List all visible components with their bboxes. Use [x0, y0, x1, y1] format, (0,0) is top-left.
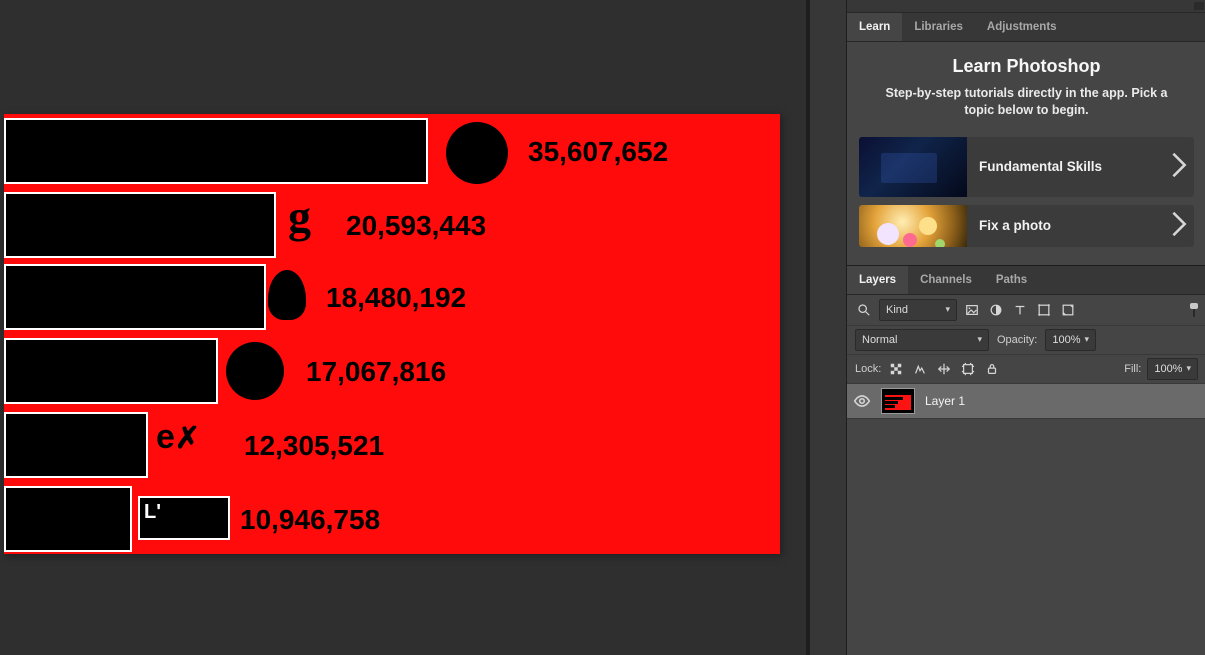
lock-all-icon[interactable]	[983, 360, 1001, 378]
learn-panel: Learn Photoshop Step-by-step tutorials d…	[847, 42, 1205, 265]
chart-bar	[4, 486, 132, 552]
chart-value: 12,305,521	[244, 430, 384, 462]
blend-mode-select[interactable]: Normal ▾	[855, 329, 989, 351]
card-title: Fix a photo	[967, 218, 1164, 233]
filter-pixel-icon[interactable]	[963, 301, 981, 319]
layer-name: Layer 1	[925, 394, 965, 408]
search-icon	[855, 301, 873, 319]
layer-item[interactable]: Layer 1	[847, 384, 1205, 419]
tab-adjustments[interactable]: Adjustments	[975, 13, 1069, 41]
chart-bar	[4, 264, 266, 330]
layer-thumbnail	[881, 388, 915, 414]
lock-artboard-icon[interactable]	[959, 360, 977, 378]
layer-blend-row: Normal ▾ Opacity: 100% ▾	[847, 326, 1205, 355]
blend-mode-value: Normal	[862, 334, 897, 346]
layer-filter-kind-select[interactable]: Kind ▾	[879, 299, 957, 321]
row-icon-black-box: L'	[138, 496, 230, 540]
visibility-eye-icon[interactable]	[853, 392, 871, 410]
panel-grip[interactable]	[847, 0, 1205, 13]
tab-channels[interactable]: Channels	[908, 266, 984, 294]
card-thumbnail	[859, 137, 967, 197]
opacity-value: 100%	[1052, 334, 1080, 346]
tab-layers[interactable]: Layers	[847, 266, 908, 294]
learn-title: Learn Photoshop	[857, 56, 1196, 77]
chart-bar	[4, 192, 276, 258]
chevron-down-icon: ▾	[1085, 334, 1090, 345]
chart-bar	[4, 412, 148, 478]
chart-value: 20,593,443	[346, 210, 486, 242]
card-title: Fundamental Skills	[967, 159, 1164, 174]
chart-value: 35,607,652	[528, 136, 668, 168]
learn-card-fix-a-photo[interactable]: Fix a photo	[859, 205, 1194, 247]
lock-label: Lock:	[855, 363, 881, 375]
chart-value: 10,946,758	[240, 504, 380, 536]
learn-subtitle: Step-by-step tutorials directly in the a…	[857, 85, 1196, 119]
opacity-label: Opacity:	[997, 334, 1037, 346]
chevron-down-icon: ▾	[945, 304, 950, 315]
fill-field[interactable]: 100% ▾	[1147, 358, 1198, 380]
chart-value: 17,067,816	[306, 356, 446, 388]
tab-paths[interactable]: Paths	[984, 266, 1039, 294]
tab-libraries[interactable]: Libraries	[902, 13, 975, 41]
kind-label: Kind	[886, 304, 908, 316]
layer-lock-row: Lock: Fill: 100%	[847, 355, 1205, 384]
document-canvas[interactable]: 35,607,652 g 20,593,443 18,480,192 17,06…	[0, 0, 810, 655]
lock-position-icon[interactable]	[935, 360, 953, 378]
opacity-field[interactable]: 100% ▾	[1045, 329, 1096, 351]
row-icon-ex: e✗	[156, 420, 200, 454]
card-thumbnail	[859, 205, 967, 247]
fill-value: 100%	[1154, 363, 1182, 375]
row-icon-silhouette	[268, 270, 306, 320]
chart-bar	[4, 118, 428, 184]
row-icon-g: g	[288, 194, 311, 240]
lock-image-icon[interactable]	[911, 360, 929, 378]
row-icon-circle	[446, 122, 508, 184]
chevron-right-icon	[1164, 150, 1194, 183]
panel-stack: Learn Libraries Adjustments Learn Photos…	[846, 0, 1205, 655]
tab-learn[interactable]: Learn	[847, 13, 902, 41]
filter-smartobject-icon[interactable]	[1059, 301, 1077, 319]
panel-collapse-icon[interactable]	[1194, 2, 1204, 10]
panel-dock-strip[interactable]	[810, 0, 847, 655]
lock-transparent-icon[interactable]	[887, 360, 905, 378]
fill-label: Fill:	[1124, 363, 1141, 375]
chart-value: 18,480,192	[326, 282, 466, 314]
chevron-down-icon: ▾	[1186, 363, 1191, 374]
layers-panel: Kind ▾	[847, 295, 1205, 419]
right-panel-column: Learn Libraries Adjustments Learn Photos…	[810, 0, 1205, 655]
layers-tabs: Layers Channels Paths	[847, 265, 1205, 295]
row-icon-circle	[226, 342, 284, 400]
filter-adjustment-icon[interactable]	[987, 301, 1005, 319]
canvas-image: 35,607,652 g 20,593,443 18,480,192 17,06…	[4, 114, 780, 554]
chevron-down-icon: ▾	[977, 334, 982, 345]
filter-toggle[interactable]	[1190, 303, 1198, 317]
learn-tabs: Learn Libraries Adjustments	[847, 13, 1205, 42]
filter-type-icon[interactable]	[1011, 301, 1029, 319]
layer-filter-row: Kind ▾	[847, 295, 1205, 326]
learn-card-fundamental-skills[interactable]: Fundamental Skills	[859, 137, 1194, 197]
chart-bar	[4, 338, 218, 404]
filter-shape-icon[interactable]	[1035, 301, 1053, 319]
chevron-right-icon	[1164, 209, 1194, 242]
